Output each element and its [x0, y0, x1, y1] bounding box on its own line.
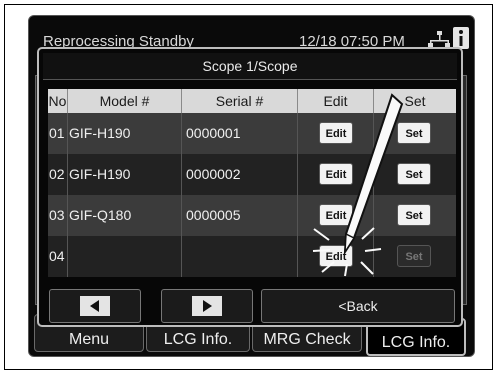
prev-arrow-box	[80, 296, 110, 316]
cell-set: Set	[374, 154, 456, 195]
cell-edit: Edit	[298, 195, 374, 236]
info-icon[interactable]	[453, 27, 469, 49]
edit-button[interactable]: Edit	[319, 204, 353, 226]
col-header-model: Model #	[68, 89, 182, 113]
edit-button[interactable]: Edit	[319, 163, 353, 185]
edit-button[interactable]: Edit	[319, 245, 353, 267]
cell-model: GIF-H190	[68, 154, 182, 195]
next-page-button[interactable]	[161, 289, 253, 323]
table-row: 01 GIF-H190 0000001 Edit Set	[48, 113, 456, 154]
set-button[interactable]: Set	[397, 204, 431, 226]
col-header-set: Set	[404, 93, 426, 109]
right-arrow-icon	[203, 300, 212, 312]
cell-no: 03	[48, 195, 68, 236]
set-button: Set	[397, 245, 431, 267]
tab-label: MRG Check	[263, 331, 351, 348]
set-button[interactable]: Set	[397, 122, 431, 144]
cell-serial: 0000002	[182, 154, 298, 195]
network-icon	[428, 31, 450, 47]
cell-set: Set	[374, 236, 456, 277]
table-row: 03 GIF-Q180 0000005 Edit Set	[48, 195, 456, 236]
cell-no: 04	[48, 236, 68, 277]
cell-no: 02	[48, 154, 68, 195]
cell-edit: Edit	[298, 236, 374, 277]
tab-label: LCG Info.	[163, 331, 233, 348]
cell-serial	[182, 236, 298, 277]
cell-edit: Edit	[298, 154, 374, 195]
col-header-no: No	[48, 89, 68, 113]
scope-dialog: Scope 1/Scope No Model # Serial # Edit S…	[37, 47, 463, 327]
set-button[interactable]: Set	[397, 163, 431, 185]
cell-model	[68, 236, 182, 277]
tab-label: LCG Info.	[381, 334, 451, 351]
cell-model: GIF-Q180	[68, 195, 182, 236]
cell-set: Set	[374, 195, 456, 236]
table-row: 02 GIF-H190 0000002 Edit Set	[48, 154, 456, 195]
left-arrow-icon	[90, 300, 99, 312]
col-header-edit: Edit	[298, 89, 374, 113]
cell-set: Set	[374, 113, 456, 154]
prev-page-button[interactable]	[49, 289, 141, 323]
back-button[interactable]: <Back	[261, 289, 455, 323]
table-header: No Model # Serial # Edit Set	[48, 89, 456, 113]
cell-model: GIF-H190	[68, 113, 182, 154]
cell-serial: 0000001	[182, 113, 298, 154]
cell-edit: Edit	[298, 113, 374, 154]
dialog-nav: <Back	[49, 289, 455, 323]
next-arrow-box	[192, 296, 222, 316]
tab-label: Menu	[68, 331, 110, 348]
edit-button[interactable]: Edit	[319, 122, 353, 144]
cell-serial: 0000005	[182, 195, 298, 236]
scope-table: No Model # Serial # Edit Set 01 GIF-H190 0…	[48, 89, 456, 277]
table-row: 04 Edit Set	[48, 236, 456, 277]
cell-no: 01	[48, 113, 68, 154]
col-header-serial: Serial #	[182, 89, 298, 113]
dialog-title: Scope 1/Scope	[43, 53, 457, 80]
